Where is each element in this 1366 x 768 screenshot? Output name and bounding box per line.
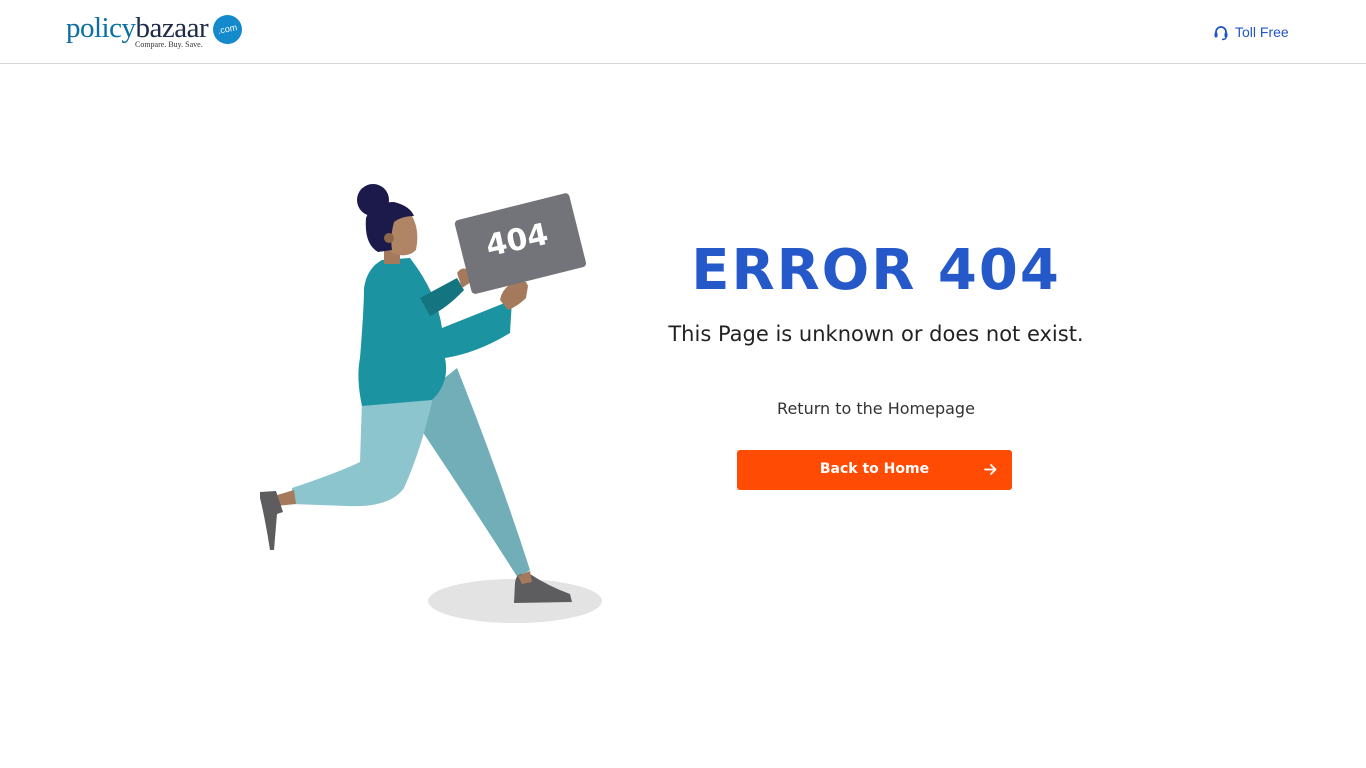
top-header: policybazaar .com Compare. Buy. Save. To…: [0, 0, 1366, 64]
error-title: ERROR 404: [691, 238, 1061, 303]
back-to-home-label: Back to Home: [819, 461, 930, 477]
headset-icon: [1213, 24, 1229, 41]
return-homepage-text: Return to the Homepage: [777, 399, 975, 418]
front-leg: [292, 393, 434, 507]
back-leg: [420, 368, 530, 578]
logo-word-policy: policy: [66, 12, 136, 44]
back-to-home-button[interactable]: Back to Home: [737, 450, 1012, 490]
error-illustration: 404: [252, 178, 612, 630]
logo-tagline: Compare. Buy. Save.: [135, 40, 203, 49]
toll-free-label: Toll Free: [1235, 24, 1289, 40]
policybazaar-logo[interactable]: policybazaar .com Compare. Buy. Save.: [66, 12, 246, 54]
logo-com-badge: .com: [210, 12, 245, 47]
error-subtitle: This Page is unknown or does not exist.: [668, 322, 1084, 346]
error-content: ERROR 404 This Page is unknown or does n…: [620, 236, 1132, 490]
arrow-right-icon: [983, 462, 998, 481]
toll-free-link[interactable]: Toll Free: [1213, 22, 1289, 42]
